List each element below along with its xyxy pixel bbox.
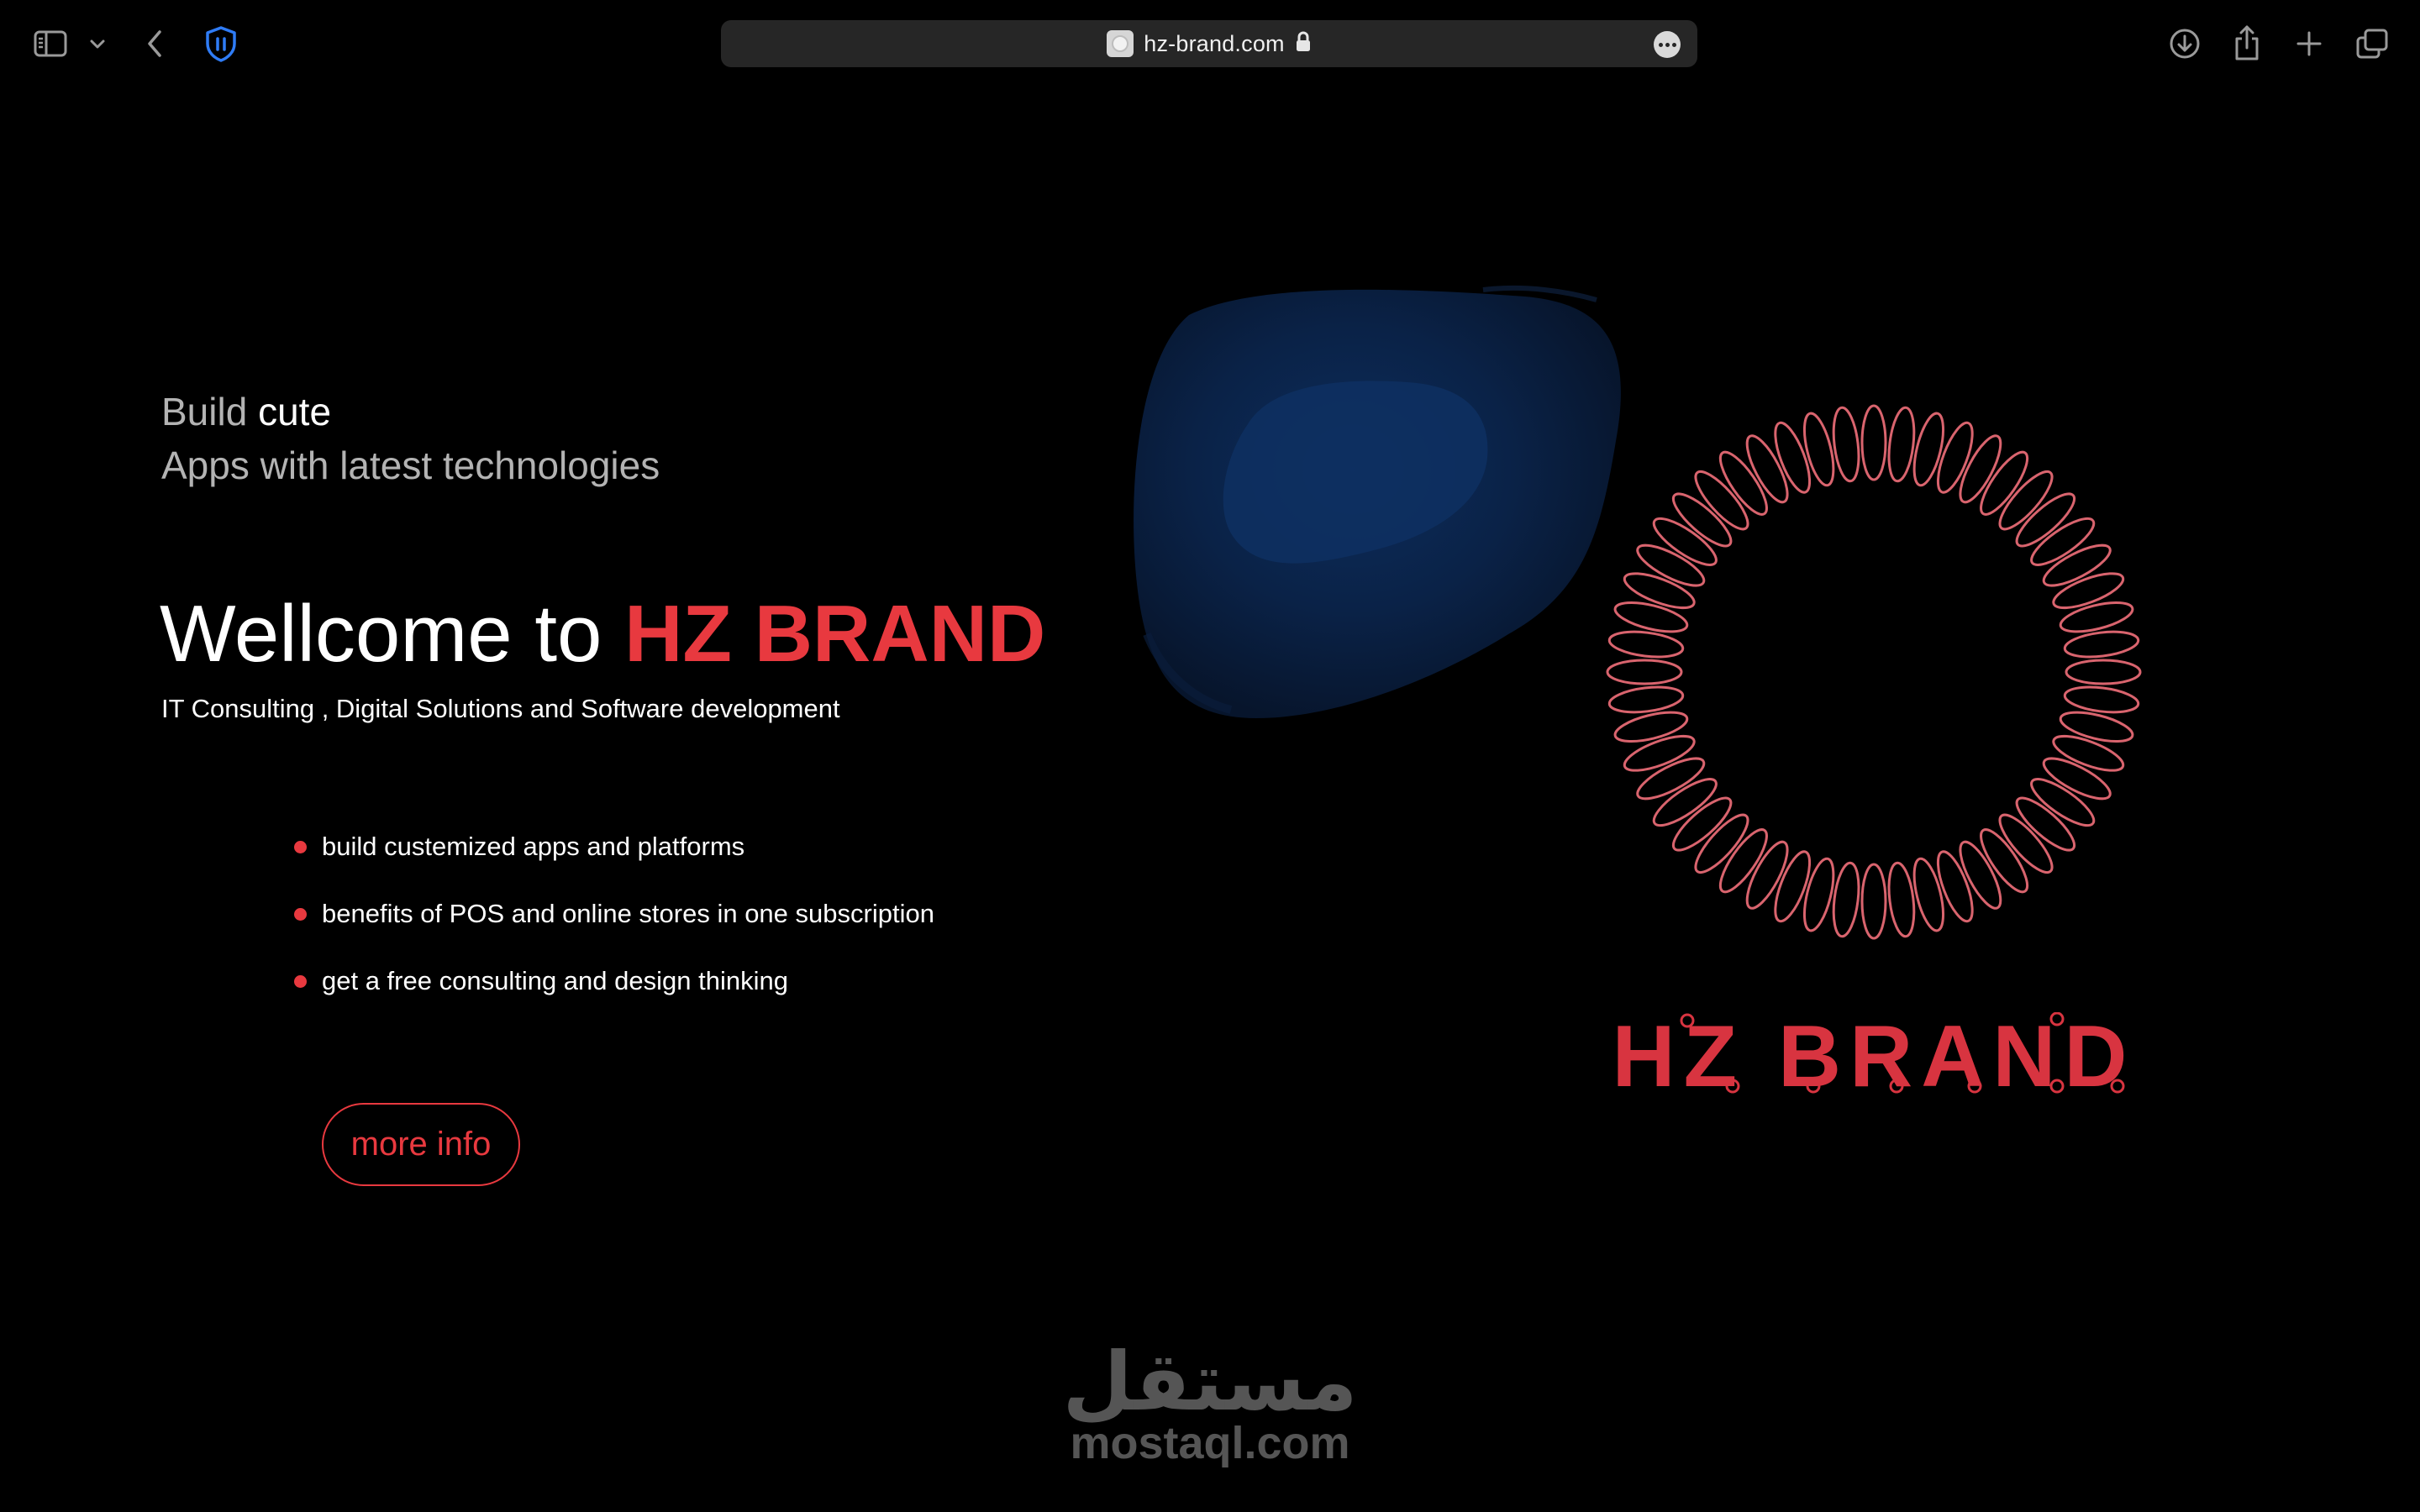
chevron-down-icon[interactable] — [87, 34, 108, 54]
bullet-dot-icon — [294, 840, 307, 853]
watermark-latin: mostaql.com — [1070, 1418, 1350, 1468]
ring-loop — [2063, 685, 2140, 714]
welcome-brand: HZ BRAND — [624, 589, 1046, 679]
shield-icon[interactable] — [202, 24, 240, 64]
mostaql-watermark: مستقل mostaql.com — [1042, 1336, 1378, 1487]
brand-logo-image: HZ BRAND — [1612, 1012, 2128, 1096]
bullet-dot-icon — [294, 974, 307, 988]
feature-text: build custemized apps and platforms — [322, 832, 745, 861]
share-icon[interactable] — [2228, 22, 2265, 64]
feature-text: get a free consulting and design thinkin… — [322, 966, 788, 995]
feature-item: build custemized apps and platforms — [294, 813, 934, 880]
address-display: hz-brand.com — [721, 20, 1697, 67]
chevron-left-icon[interactable] — [141, 25, 168, 62]
favicon-icon — [1107, 30, 1134, 57]
url-text: hz-brand.com — [1144, 30, 1285, 56]
feature-list: build custemized apps and platforms bene… — [294, 813, 934, 1015]
ring-loop — [2063, 630, 2140, 659]
tab-overview-icon[interactable] — [2353, 25, 2391, 62]
welcome-prefix: Wellcome to — [160, 589, 602, 679]
sidebar-icon[interactable] — [32, 25, 69, 62]
more-icon[interactable] — [1654, 31, 1681, 58]
plus-icon[interactable] — [2291, 25, 2328, 62]
ring-loop — [1606, 659, 1683, 685]
ring-loop — [2065, 659, 2142, 685]
welcome-heading: Wellcome to HZ BRAND — [160, 588, 1045, 680]
browser-toolbar: hz-brand.com — [0, 0, 2420, 87]
ring-loop — [1832, 406, 1860, 483]
ring-loop — [1860, 863, 1887, 940]
watermark-arabic: مستقل — [1062, 1335, 1358, 1429]
feature-text: benefits of POS and online stores in one… — [322, 899, 934, 928]
tagline: Build cute Apps with latest technologies — [161, 385, 660, 492]
ring-loop — [1887, 406, 1916, 483]
lock-icon — [1295, 31, 1312, 57]
ring-loop — [1607, 685, 1685, 714]
more-info-button[interactable]: more info — [322, 1103, 520, 1186]
ring-loop — [1860, 404, 1887, 481]
tagline-prefix: Build — [161, 390, 248, 433]
bullet-dot-icon — [294, 907, 307, 921]
hero-subtitle: IT Consulting , Digital Solutions and So… — [161, 694, 840, 723]
tagline-highlight: cute — [258, 390, 332, 433]
feature-item: benefits of POS and online stores in one… — [294, 880, 934, 948]
spiral-ring-logo-image — [1606, 404, 2142, 940]
address-bar[interactable]: hz-brand.com — [721, 20, 1697, 67]
ring-loop — [1607, 630, 1685, 659]
blue-blob-image — [1134, 285, 1621, 718]
tagline-line-1: Build cute — [161, 385, 660, 438]
tagline-line-2: Apps with latest technologies — [161, 444, 660, 487]
ring-loop — [1887, 861, 1916, 938]
feature-item: get a free consulting and design thinkin… — [294, 948, 934, 1015]
ring-loop — [1832, 861, 1860, 938]
download-icon[interactable] — [2166, 25, 2203, 62]
